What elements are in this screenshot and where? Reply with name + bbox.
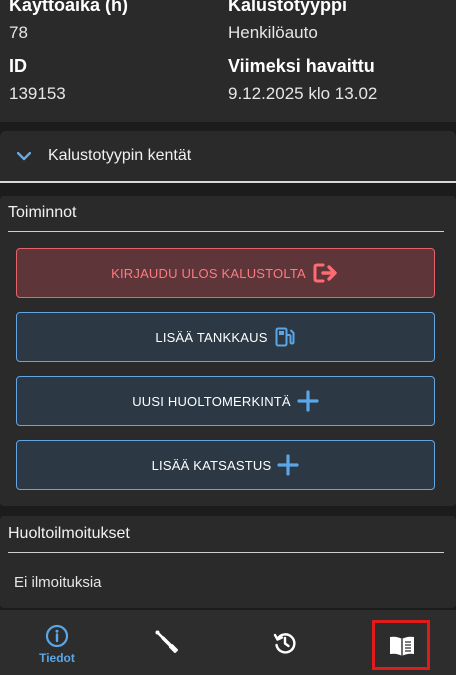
info-value: 9.12.2025 klo 13.02 bbox=[228, 84, 378, 103]
info-label: ID bbox=[9, 56, 27, 76]
info-label: Käyttöaika (h) bbox=[9, 0, 129, 15]
logout-icon bbox=[312, 262, 340, 284]
button-label: LISÄÄ KATSASTUS bbox=[151, 457, 272, 473]
info-label: Kalustotyyppi bbox=[228, 0, 348, 15]
info-icon bbox=[45, 623, 69, 649]
fuel-pump-icon bbox=[274, 326, 296, 348]
button-label: UUSI HUOLTOMERKINTÄ bbox=[132, 393, 291, 409]
plus-icon bbox=[297, 390, 319, 412]
info-label: Viimeksi havaittu bbox=[228, 56, 375, 76]
divider bbox=[8, 231, 444, 232]
chevron-down-icon bbox=[14, 146, 34, 166]
vehicle-type-field: Kalustotyyppi Henkilöauto bbox=[228, 0, 448, 44]
button-label: KIRJAUDU ULOS KALUSTOLTA bbox=[111, 265, 306, 281]
history-icon bbox=[272, 630, 298, 656]
notices-title: Huoltoilmoitukset bbox=[8, 525, 130, 542]
nav-tab-history[interactable] bbox=[228, 610, 342, 675]
info-value: 78 bbox=[9, 23, 28, 42]
vehicle-info-card: Käyttöaika (h) 78 Kalustotyyppi Henkilöa… bbox=[0, 0, 456, 122]
wrench-icon bbox=[153, 629, 181, 655]
vehicle-type-fields-expander[interactable]: Kalustotyypin kentät bbox=[0, 131, 456, 183]
plus-icon bbox=[277, 454, 299, 476]
actions-panel: Toiminnot KIRJAUDU ULOS KALUSTOLTA LISÄÄ… bbox=[0, 196, 456, 506]
operating-hours-field: Käyttöaika (h) 78 bbox=[9, 0, 229, 44]
logout-from-vehicle-button[interactable]: KIRJAUDU ULOS KALUSTOLTA bbox=[16, 248, 435, 298]
actions-title: Toiminnot bbox=[8, 204, 77, 221]
expander-label: Kalustotyypin kentät bbox=[48, 147, 192, 164]
last-seen-field: Viimeksi havaittu 9.12.2025 klo 13.02 bbox=[228, 55, 448, 105]
nav-label: Tiedot bbox=[39, 651, 75, 665]
nav-tab-maintenance[interactable] bbox=[110, 610, 224, 675]
new-maintenance-entry-button[interactable]: UUSI HUOLTOMERKINTÄ bbox=[16, 376, 435, 426]
notices-empty-text: Ei ilmoituksia bbox=[14, 574, 102, 591]
divider bbox=[8, 552, 444, 553]
button-label: LISÄÄ TANKKAUS bbox=[155, 329, 268, 345]
nav-tab-info[interactable]: Tiedot bbox=[0, 610, 114, 675]
add-refueling-button[interactable]: LISÄÄ TANKKAUS bbox=[16, 312, 435, 362]
info-value: Henkilöauto bbox=[228, 23, 318, 42]
maintenance-notices-panel: Huoltoilmoitukset Ei ilmoituksia bbox=[0, 516, 456, 608]
highlight-box bbox=[372, 620, 430, 670]
add-inspection-button[interactable]: LISÄÄ KATSASTUS bbox=[16, 440, 435, 490]
id-field: ID 139153 bbox=[9, 55, 229, 105]
info-value: 139153 bbox=[9, 84, 66, 103]
